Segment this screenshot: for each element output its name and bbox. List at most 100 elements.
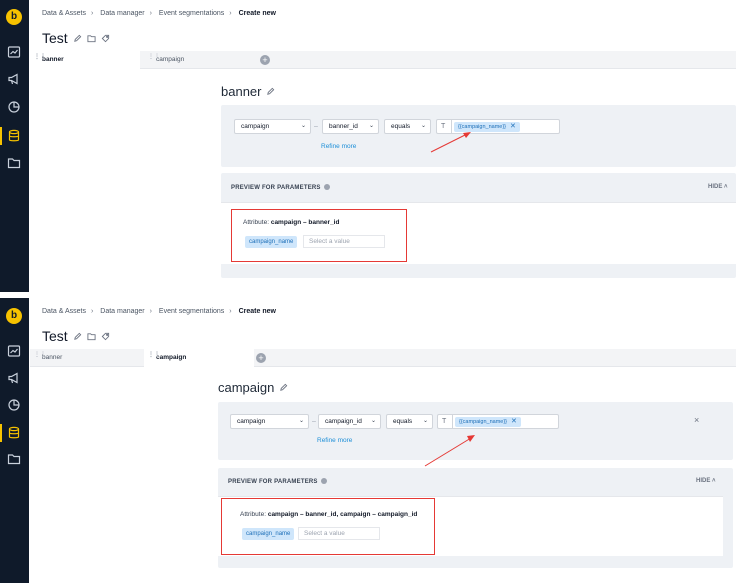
- breadcrumb: Data & Assets › Data manager › Event segme…: [42, 10, 276, 17]
- hide-toggle[interactable]: HIDE ˄: [696, 478, 716, 484]
- property-select[interactable]: campaign_id ⌄: [318, 414, 381, 429]
- bottom-screenshot: b Data & Assets › Data manager › Event seg…: [0, 298, 736, 583]
- active-indicator: [0, 127, 2, 145]
- parameter-chip[interactable]: {{campaign_name}} ✕: [455, 417, 521, 427]
- dashboard-icon[interactable]: [7, 45, 21, 59]
- operator-select-value: equals: [393, 418, 413, 425]
- database-icon[interactable]: [7, 426, 21, 440]
- segment-title: banner: [221, 84, 262, 99]
- folder-icon[interactable]: [87, 332, 96, 341]
- preview-panel: PREVIEW FOR PARAMETERS HIDE ˄ Attribute:…: [221, 173, 736, 278]
- tab-campaign[interactable]: ⋮⋮ campaign: [144, 349, 254, 367]
- pencil-icon[interactable]: [266, 87, 275, 96]
- separator-dash: –: [312, 418, 316, 425]
- chevron-down-icon: ⌄: [368, 123, 374, 129]
- attribute-summary-label: Attribute:: [243, 219, 270, 226]
- folder-icon[interactable]: [7, 452, 21, 466]
- database-icon[interactable]: [7, 129, 21, 143]
- text-type-icon: T: [442, 418, 447, 425]
- tab-bar: ⋮⋮ banner ⋮⋮ campaign +: [30, 51, 736, 69]
- breadcrumb-item[interactable]: Data & Assets: [42, 10, 86, 17]
- info-icon[interactable]: [323, 184, 330, 190]
- tab-banner[interactable]: ⋮⋮ banner: [30, 51, 140, 69]
- chevron-down-icon: ⌄: [300, 123, 306, 129]
- pie-chart-icon[interactable]: [7, 398, 21, 412]
- sidebar: b: [0, 0, 29, 298]
- property-select-value: banner_id: [329, 123, 358, 130]
- megaphone-icon[interactable]: [7, 72, 21, 86]
- preview-header: PREVIEW FOR PARAMETERS: [231, 184, 330, 191]
- parameter-input[interactable]: T {{campaign_name}} ✕: [437, 414, 559, 429]
- add-tab-icon[interactable]: +: [260, 55, 270, 65]
- breadcrumb-item[interactable]: Event segmentations: [159, 308, 224, 315]
- parameter-value-input[interactable]: Select a value: [303, 235, 385, 248]
- title-row: Test: [42, 328, 110, 344]
- tag-icon[interactable]: [101, 34, 110, 43]
- attribute-select-value: campaign: [237, 418, 266, 425]
- operator-select[interactable]: equals ⌄: [384, 119, 431, 134]
- top-screenshot: b Data & Assets › Data manager › Event seg…: [0, 0, 736, 298]
- logo[interactable]: b: [6, 9, 22, 25]
- pencil-icon[interactable]: [279, 383, 288, 392]
- separator-dash: –: [314, 123, 318, 130]
- breadcrumb-item[interactable]: Data & Assets: [42, 308, 86, 315]
- segment-title-row: campaign: [218, 380, 288, 395]
- annotation-arrow: [430, 132, 471, 153]
- attribute-summary-value: campaign – banner_id: [270, 219, 340, 226]
- dashboard-icon[interactable]: [7, 344, 21, 358]
- property-select[interactable]: banner_id ⌄: [322, 119, 379, 134]
- pencil-icon[interactable]: [73, 34, 82, 43]
- breadcrumb-item[interactable]: Data manager: [100, 10, 144, 17]
- add-tab-icon[interactable]: +: [256, 353, 266, 363]
- folder-icon[interactable]: [7, 156, 21, 170]
- preview-header: PREVIEW FOR PARAMETERS: [228, 478, 327, 485]
- segment-title-row: banner: [221, 84, 275, 99]
- info-icon[interactable]: [320, 478, 327, 484]
- logo[interactable]: b: [6, 308, 22, 324]
- tab-bar: ⋮⋮ banner ⋮⋮ campaign +: [30, 349, 736, 367]
- chevron-down-icon: ⌄: [370, 418, 376, 424]
- filter-panel: campaign ⌄ – banner_id ⌄ equals ⌄ T {{campa…: [221, 105, 736, 167]
- refine-more-link[interactable]: Refine more: [321, 143, 356, 150]
- divider: [452, 415, 453, 428]
- drag-handle-icon[interactable]: ⋮⋮: [148, 54, 160, 64]
- annotation-arrow: [424, 435, 475, 467]
- active-indicator: [0, 424, 2, 442]
- chevron-up-icon: ˄: [712, 478, 716, 484]
- attribute-summary: Attribute: campaign – banner_id: [243, 219, 339, 226]
- tab-banner[interactable]: ⋮⋮ banner: [30, 349, 140, 367]
- breadcrumb-item[interactable]: Event segmentations: [159, 10, 224, 17]
- hide-toggle[interactable]: HIDE ˄: [708, 184, 728, 190]
- remove-chip-icon[interactable]: ✕: [511, 418, 517, 425]
- property-select-value: campaign_id: [325, 418, 362, 425]
- tab-campaign[interactable]: ⋮⋮ campaign: [144, 51, 254, 69]
- chevron-down-icon: ⌄: [420, 123, 426, 129]
- pencil-icon[interactable]: [73, 332, 82, 341]
- refine-more-link[interactable]: Refine more: [317, 437, 352, 444]
- chevron-down-icon: ⌄: [298, 418, 304, 424]
- chevron-up-icon: ˄: [724, 184, 728, 190]
- operator-select[interactable]: equals ⌄: [386, 414, 433, 429]
- remove-chip-icon[interactable]: ✕: [510, 123, 516, 130]
- tab-label: campaign: [156, 56, 185, 63]
- megaphone-icon[interactable]: [7, 371, 21, 385]
- attribute-select[interactable]: campaign ⌄: [234, 119, 311, 134]
- drag-handle-icon[interactable]: ⋮⋮: [148, 352, 160, 362]
- sidebar: b: [0, 298, 29, 583]
- preview-header-label: PREVIEW FOR PARAMETERS: [231, 185, 321, 191]
- tab-label: campaign: [156, 354, 187, 361]
- remove-filter-icon[interactable]: ×: [694, 415, 699, 425]
- filter-panel: campaign ⌄ – campaign_id ⌄ equals ⌄ T {{cam…: [218, 402, 733, 467]
- attribute-summary-label: Attribute:: [240, 511, 267, 518]
- tag-icon[interactable]: [101, 332, 110, 341]
- attribute-summary: Attribute: campaign – banner_id, campaig…: [240, 511, 417, 518]
- attribute-select[interactable]: campaign ⌄: [230, 414, 309, 429]
- breadcrumb-current: Create new: [238, 10, 276, 17]
- breadcrumb-item[interactable]: Data manager: [100, 308, 144, 315]
- pie-chart-icon[interactable]: [7, 100, 21, 114]
- title-row: Test: [42, 30, 110, 46]
- folder-icon[interactable]: [87, 34, 96, 43]
- parameter-value-input[interactable]: Select a value: [298, 527, 380, 540]
- drag-handle-icon[interactable]: ⋮⋮: [34, 54, 46, 64]
- drag-handle-icon[interactable]: ⋮⋮: [34, 352, 46, 362]
